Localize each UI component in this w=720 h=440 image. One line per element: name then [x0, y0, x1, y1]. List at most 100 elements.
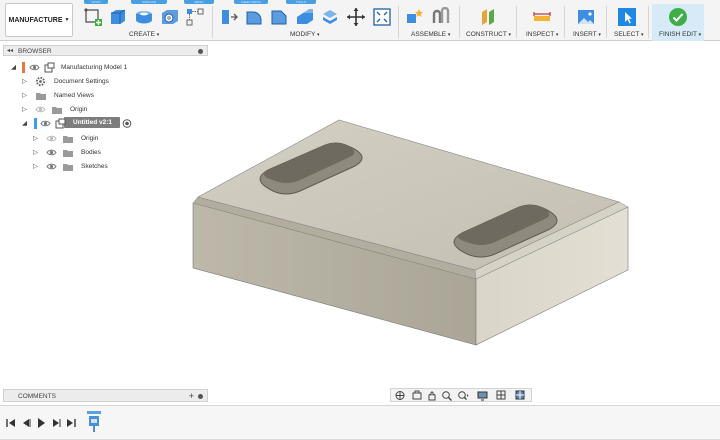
toolbar-divider	[459, 6, 460, 38]
tab-surface[interactable]: SURFACE	[131, 0, 167, 4]
part-model	[192, 119, 629, 346]
modify-menu[interactable]: MODIFY ▾	[290, 31, 320, 38]
panel-pin-icon[interactable]	[198, 48, 203, 54]
inspect-menu[interactable]: INSPECT ▾	[526, 31, 558, 38]
add-comment-icon[interactable]: +	[189, 391, 194, 401]
play-icon[interactable]	[36, 417, 46, 429]
select-label: SELECT	[614, 31, 640, 38]
align-icon[interactable]	[372, 7, 392, 27]
chevron-down-icon: ▾	[156, 32, 160, 38]
zoom-window-icon[interactable]	[457, 390, 469, 401]
chevron-down-icon: ▾	[555, 32, 559, 38]
extrude-icon[interactable]	[108, 7, 128, 27]
assemble-menu[interactable]: ASSEMBLE ▾	[411, 31, 450, 38]
panel-pin-icon[interactable]	[198, 393, 203, 399]
expand-triangle-icon[interactable]: ▷	[33, 148, 38, 156]
tree-item-label: Manufacturing Model 1	[61, 64, 128, 71]
chevron-down-icon: ▼	[64, 17, 70, 23]
tree-item-label: Origin	[81, 135, 99, 142]
display-settings-icon[interactable]	[477, 390, 489, 401]
tree-item-label: Origin	[70, 106, 88, 113]
inspect-label: INSPECT	[526, 31, 555, 38]
gear-icon	[35, 76, 46, 89]
folder-icon	[62, 147, 74, 160]
shell-icon[interactable]	[295, 7, 315, 27]
tab-solid[interactable]: SOLID	[84, 0, 108, 4]
expand-triangle-icon[interactable]: ▷	[33, 162, 38, 170]
comments-panel[interactable]: COMMENTS +	[3, 389, 208, 402]
chevron-down-icon: ▾	[698, 32, 702, 38]
expand-triangle-icon[interactable]: ▷	[22, 77, 27, 85]
viewports-icon[interactable]	[515, 390, 527, 401]
look-at-icon[interactable]	[411, 390, 423, 401]
pattern-icon[interactable]	[185, 7, 205, 27]
tree-item-label: Bodies	[81, 149, 101, 156]
press-pull-icon[interactable]	[219, 7, 239, 27]
construct-menu[interactable]: CONSTRUCT ▾	[466, 31, 511, 38]
create-menu[interactable]: CREATE ▾	[129, 31, 159, 38]
collapse-panel-icon[interactable]: ◂◂	[7, 47, 13, 54]
expand-triangle-icon[interactable]: ▷	[22, 105, 27, 113]
step-back-icon[interactable]	[21, 417, 31, 429]
eye-hidden-icon[interactable]	[35, 104, 46, 117]
tree-item-label: Named Views	[54, 92, 94, 99]
comments-title: COMMENTS	[18, 393, 56, 400]
go-to-end-icon[interactable]	[66, 417, 76, 429]
fillet-icon[interactable]	[244, 7, 264, 27]
new-component-icon[interactable]	[405, 7, 425, 27]
tab-mesh[interactable]: MESH	[184, 0, 214, 4]
assemble-label: ASSEMBLE	[411, 31, 447, 38]
timeline	[0, 405, 720, 440]
revolve-icon[interactable]	[134, 7, 154, 27]
toolbar-divider	[648, 6, 649, 38]
expand-triangle-icon[interactable]: ▷	[33, 134, 38, 142]
expand-triangle-icon[interactable]: ◢	[22, 119, 27, 127]
expand-triangle-icon[interactable]: ▷	[22, 91, 27, 99]
tree-item-label: Untitled v2:1	[73, 119, 113, 126]
eye-icon[interactable]	[29, 62, 40, 75]
finish-edit-menu[interactable]: FINISH EDIT ▾	[659, 31, 701, 38]
toolbar: MANUFACTURE ▼ SOLID SURFACE MESH SHEET M…	[0, 0, 720, 41]
step-forward-icon[interactable]	[51, 417, 61, 429]
toolbar-divider	[398, 6, 399, 38]
insert-menu[interactable]: INSERT ▾	[573, 31, 601, 38]
timeline-feature-icon[interactable]	[87, 411, 101, 433]
tab-tools[interactable]: TOOLS	[286, 0, 316, 4]
component-icon	[44, 62, 55, 75]
activate-radio-icon[interactable]	[122, 118, 132, 131]
tree-item-label: Sketches	[81, 163, 108, 170]
expand-triangle-icon[interactable]: ◢	[11, 63, 16, 71]
chamfer-icon[interactable]	[269, 7, 289, 27]
eye-icon[interactable]	[40, 118, 51, 131]
go-to-start-icon[interactable]	[6, 417, 16, 429]
measure-icon[interactable]	[532, 7, 552, 27]
active-marker-icon	[22, 62, 25, 75]
zoom-icon[interactable]	[441, 390, 453, 401]
model-viewport[interactable]	[160, 100, 640, 360]
joint-icon[interactable]	[431, 7, 451, 27]
folder-icon	[62, 161, 74, 174]
offset-plane-icon[interactable]	[478, 7, 498, 27]
grid-settings-icon[interactable]	[496, 390, 508, 401]
eye-icon[interactable]	[46, 147, 57, 160]
select-icon[interactable]	[617, 7, 637, 27]
select-menu[interactable]: SELECT ▾	[614, 31, 644, 38]
checkmark-icon[interactable]	[668, 7, 688, 27]
chevron-down-icon: ▾	[598, 32, 601, 38]
navigation-bar	[390, 388, 532, 402]
tree-item-root[interactable]: ◢ Manufacturing Model 1	[0, 61, 210, 74]
hole-icon[interactable]	[160, 7, 180, 27]
workspace-switcher[interactable]: MANUFACTURE ▼	[5, 3, 73, 37]
eye-hidden-icon[interactable]	[46, 133, 57, 146]
tree-item-document-settings[interactable]: ▷ Document Settings	[0, 75, 210, 88]
insert-image-icon[interactable]	[576, 7, 596, 27]
toolbar-divider	[516, 6, 517, 38]
combine-icon[interactable]	[320, 7, 340, 27]
move-icon[interactable]	[346, 7, 366, 27]
eye-icon[interactable]	[46, 161, 57, 174]
new-sketch-icon[interactable]	[83, 7, 103, 27]
orbit-icon[interactable]	[394, 390, 406, 401]
pan-icon[interactable]	[426, 390, 438, 401]
tab-sheet-metal[interactable]: SHEET METAL	[234, 0, 268, 4]
browser-panel-header[interactable]: ◂◂ BROWSER	[3, 45, 208, 56]
